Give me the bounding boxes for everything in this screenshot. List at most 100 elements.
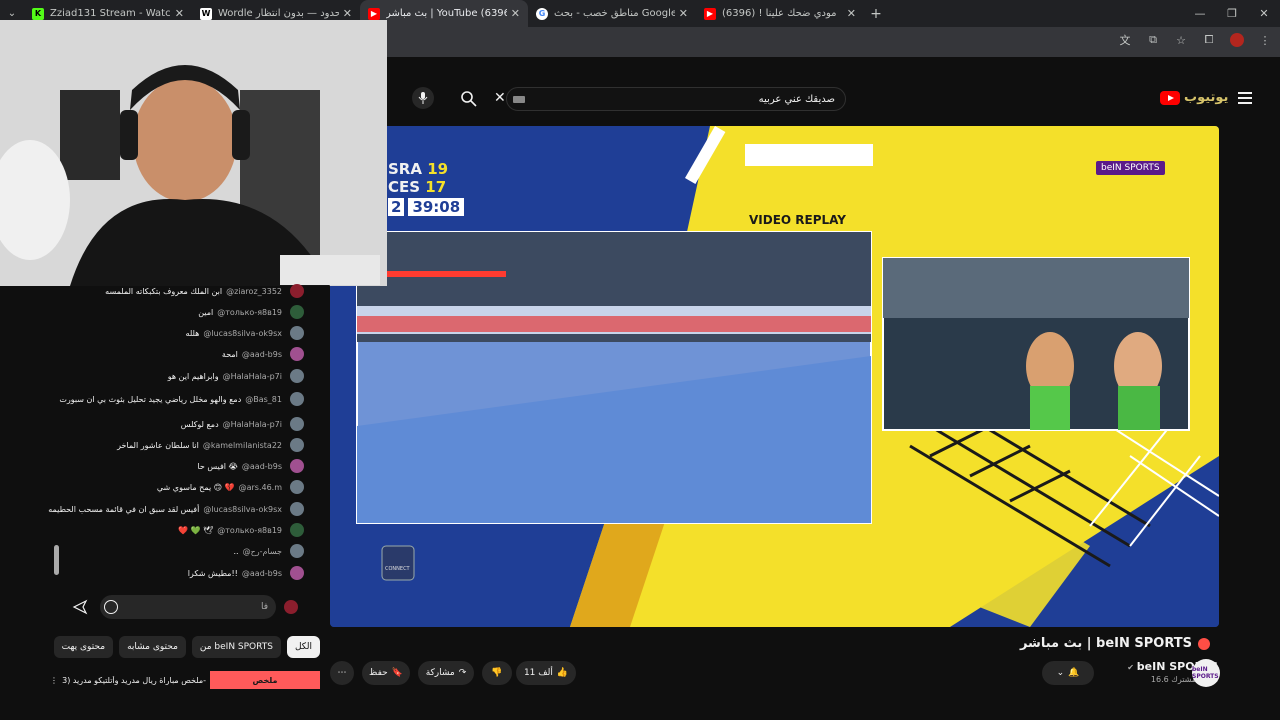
video-title: بث مباشر | beIN SPORTS xyxy=(1020,636,1210,651)
chat-message: .. @جسام-رح xyxy=(60,541,304,561)
chat-avatar[interactable] xyxy=(290,502,304,516)
minimize-icon[interactable]: — xyxy=(1184,0,1216,27)
chat-username[interactable]: @kamelmilanista22 xyxy=(203,441,282,450)
tab-4[interactable]: ▶ مودي ضحك علينا ! (6396) ✕ xyxy=(696,0,864,27)
thumbs-down-icon: 👎 xyxy=(491,668,503,678)
chat-avatar[interactable] xyxy=(290,305,304,319)
translate-icon[interactable]: 文 xyxy=(1118,33,1132,47)
chat-message-text: دمع لوكلس xyxy=(180,419,219,429)
wordle-icon: W xyxy=(200,7,212,20)
verified-icon: ✔ xyxy=(1127,663,1137,672)
chat-username[interactable]: @aad-b9s xyxy=(242,462,282,471)
search-input[interactable]: صديقك عني عربيه xyxy=(506,87,846,111)
keyboard-icon[interactable] xyxy=(513,96,525,103)
bookmark-star-icon[interactable]: ☆ xyxy=(1174,33,1188,47)
cast-icon[interactable]: ⧉ xyxy=(1146,33,1160,47)
chat-avatar[interactable] xyxy=(290,480,304,494)
profile-icon[interactable] xyxy=(1230,33,1244,47)
channel-avatar[interactable]: beIN SPORTS xyxy=(1192,659,1220,687)
chat-user-avatar xyxy=(284,600,298,614)
youtube-play-icon xyxy=(1160,90,1180,105)
chat-avatar[interactable] xyxy=(290,438,304,452)
chip-similar[interactable]: محتوى مشابه xyxy=(119,636,186,658)
restore-icon[interactable]: ❐ xyxy=(1216,0,1248,27)
recommended-title: ملخص مباراة ريال مدريد وأتلتيكو مدريد (3… xyxy=(62,675,206,685)
chat-username[interactable]: @ziaroz_3352 xyxy=(226,287,282,296)
chat-message: ابن الملك معروف بتكبكاته الملمسه @ziaroz_… xyxy=(60,281,304,301)
chat-username[interactable]: @جسام-رح xyxy=(243,547,282,556)
chat-username[interactable]: @только-я8в19 xyxy=(217,308,282,317)
team1-score: 19 xyxy=(427,160,449,178)
new-tab-icon[interactable]: + xyxy=(864,6,888,22)
chip-all[interactable]: الكل xyxy=(286,636,320,658)
chat-message: امحة @aad-b9s xyxy=(60,344,304,364)
chat-message: هلله @lucas8silva-ok9sx xyxy=(60,323,304,343)
scoreboard: SRA 19 CES 17 2 39:08 xyxy=(388,160,465,216)
emoji-icon[interactable] xyxy=(104,600,118,614)
video-player[interactable]: SRA 19 CES 17 2 39:08 VIDEO REPLAY beIN … xyxy=(330,126,1219,627)
chat-message: يمح ماسوي شي 🙃 💔 @ars.46.m xyxy=(60,477,304,497)
close-tab-icon[interactable]: ✕ xyxy=(847,7,856,20)
more-actions-button[interactable]: ⋯ xyxy=(330,661,354,685)
chat-avatar[interactable] xyxy=(290,417,304,431)
hamburger-menu-icon[interactable] xyxy=(1238,92,1252,104)
subscribe-bell-button[interactable]: ⌄ 🔔 xyxy=(1042,661,1094,685)
period-badge: 2 xyxy=(388,198,405,216)
chip-interest[interactable]: محتوى يهت xyxy=(53,636,114,658)
chat-avatar[interactable] xyxy=(290,392,304,406)
search-icon[interactable] xyxy=(460,90,478,108)
chip-from-bein[interactable]: من beIN SPORTS xyxy=(191,636,281,658)
chat-avatar[interactable] xyxy=(290,523,304,537)
chat-avatar[interactable] xyxy=(290,544,304,558)
chat-username[interactable]: @lucas8silva-ok9sx xyxy=(203,329,282,338)
chat-username[interactable]: @lucas8silva-ok9sx xyxy=(203,505,282,514)
live-icon xyxy=(1198,637,1210,650)
chat-message-text: افيس حا 😭 xyxy=(197,461,238,471)
close-tab-icon[interactable]: ✕ xyxy=(343,7,352,20)
tab-3[interactable]: G مناطق خصب - بحث Google ✕ xyxy=(528,0,696,27)
close-tab-icon[interactable]: ✕ xyxy=(175,7,184,20)
close-tab-icon[interactable]: ✕ xyxy=(511,7,520,20)
recommended-item[interactable]: ⋮ ملخص مباراة ريال مدريد وأتلتيكو مدريد … xyxy=(50,670,320,690)
chat-scrollbar[interactable] xyxy=(54,545,59,575)
chat-username[interactable]: @aad-b9s xyxy=(242,350,282,359)
webcam-overlay xyxy=(0,20,387,286)
mic-icon[interactable] xyxy=(412,87,434,109)
chat-username[interactable]: @HalaHala-p7i xyxy=(223,372,282,381)
chip-bar: الكل من beIN SPORTS محتوى مشابه محتوى يه… xyxy=(53,636,320,658)
menu-dots-icon[interactable]: ⋮ xyxy=(1258,33,1272,47)
chat-message-text: .. xyxy=(233,546,239,556)
chat-username[interactable]: @ars.46.m xyxy=(239,483,282,492)
clear-search-icon[interactable]: ✕ xyxy=(494,90,506,106)
close-window-icon[interactable]: ✕ xyxy=(1248,0,1280,27)
dislike-button[interactable]: 👎 xyxy=(482,661,512,685)
like-button[interactable]: 11 ألف 👍 xyxy=(516,661,576,685)
send-icon[interactable] xyxy=(72,599,88,615)
extensions-icon[interactable]: ⧠ xyxy=(1202,33,1216,47)
chat-message-text: دمع والهو مخلل رياضي يجيد تحليل بثوث بي … xyxy=(59,394,242,404)
youtube-icon: ▶ xyxy=(704,7,716,20)
close-tab-icon[interactable]: ✕ xyxy=(679,7,688,20)
chat-avatar[interactable] xyxy=(290,326,304,340)
chat-avatar[interactable] xyxy=(290,347,304,361)
team2-score: 17 xyxy=(425,178,447,196)
thumbs-up-icon: 👍 xyxy=(556,668,569,678)
chat-username[interactable]: @aad-b9s xyxy=(242,569,282,578)
chat-avatar[interactable] xyxy=(290,566,304,580)
chat-input[interactable]: فا xyxy=(100,595,276,619)
youtube-logo[interactable]: يوتيوب xyxy=(1160,90,1228,105)
chat-message: وابراهيم اين هو @HalaHala-p7i xyxy=(60,366,304,386)
chat-avatar[interactable] xyxy=(290,369,304,383)
chat-message-text: امحة xyxy=(221,349,238,359)
chat-avatar[interactable] xyxy=(290,459,304,473)
chat-message-text: ابن الملك معروف بتكبكاته الملمسه xyxy=(105,286,223,296)
chat-username[interactable]: @Bas_81 xyxy=(245,395,282,404)
share-button[interactable]: مشاركة ↷ xyxy=(418,661,474,685)
more-options-icon[interactable]: ⋮ xyxy=(50,676,60,685)
chat-message: دمع والهو مخلل رياضي يجيد تحليل بثوث بي … xyxy=(59,389,304,409)
chat-username[interactable]: @HalaHala-p7i xyxy=(223,420,282,429)
chat-message-text: امين xyxy=(198,307,214,317)
save-button[interactable]: حفظ 🔖 xyxy=(362,661,410,685)
chat-avatar[interactable] xyxy=(290,284,304,298)
chat-username[interactable]: @только-я8в19 xyxy=(217,526,282,535)
